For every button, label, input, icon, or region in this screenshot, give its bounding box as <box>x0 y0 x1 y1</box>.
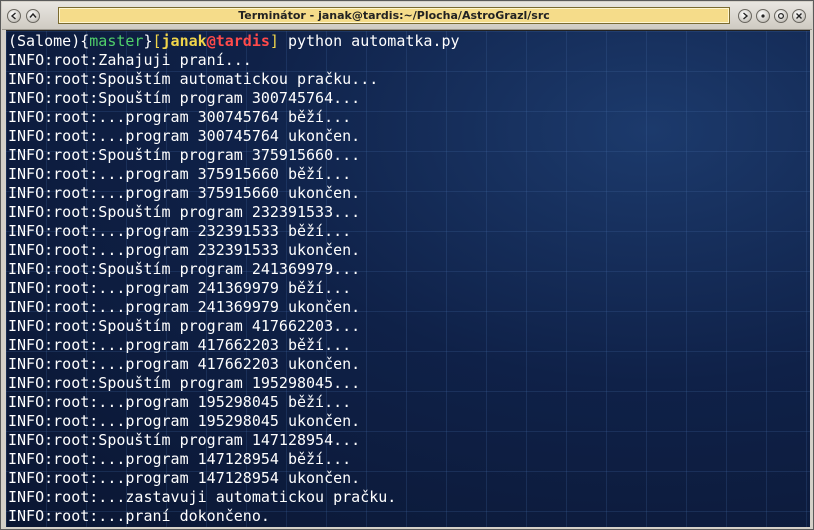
output-line: INFO:root:...program 300745764 ukončen. <box>8 127 361 145</box>
prompt-at: @ <box>206 32 216 50</box>
terminal-output: (Salome){master}[janak@tardis] python au… <box>8 32 460 526</box>
maximize-icon[interactable] <box>774 9 788 23</box>
output-line: INFO:root:Zahajuji praní... <box>8 51 252 69</box>
minimize-icon[interactable] <box>756 9 770 23</box>
output-line: INFO:root:...program 147128954 běží... <box>8 450 352 468</box>
stick-icon[interactable] <box>738 9 752 23</box>
title-bar[interactable]: Terminátor - janak@tardis:~/Plocha/Astro… <box>2 2 812 30</box>
output-line: INFO:root:...program 147128954 ukončen. <box>8 469 361 487</box>
prompt-line: (Salome){master}[janak@tardis] python au… <box>8 32 460 51</box>
close-icon[interactable] <box>792 9 806 23</box>
output-line: INFO:root:...program 241369979 běží... <box>8 279 352 297</box>
output-line: INFO:root:...praní dokončeno. <box>8 507 270 525</box>
prompt-host: tardis <box>215 32 270 50</box>
prompt-user: janak <box>161 32 207 50</box>
output-line: INFO:root:...program 375915660 běží... <box>8 165 352 183</box>
output-line: INFO:root:...program 417662203 ukončen. <box>8 355 361 373</box>
output-line: INFO:root:...program 232391533 běží... <box>8 222 352 240</box>
prompt-bracket-close: ] <box>269 32 279 50</box>
output-line: INFO:root:...program 417662203 běží... <box>8 336 352 354</box>
output-line: INFO:root:...program 195298045 běží... <box>8 393 352 411</box>
output-line: INFO:root:Spouštím automatickou pračku..… <box>8 70 379 88</box>
window-title-box: Terminátor - janak@tardis:~/Plocha/Astro… <box>58 7 730 24</box>
shade-icon[interactable] <box>26 9 40 23</box>
output-line: INFO:root:Spouštím program 375915660... <box>8 146 361 164</box>
output-line: INFO:root:...program 195298045 ukončen. <box>8 412 361 430</box>
prompt-branch: master <box>89 32 144 50</box>
prompt-branch-open: { <box>80 32 90 50</box>
prompt-command: python automatka.py <box>278 32 460 50</box>
menu-icon[interactable] <box>7 9 21 23</box>
window-title: Terminátor - janak@tardis:~/Plocha/Astro… <box>238 9 550 22</box>
terminal-window: Terminátor - janak@tardis:~/Plocha/Astro… <box>0 0 814 530</box>
output-line: INFO:root:...program 232391533 ukončen. <box>8 241 361 259</box>
output-line: INFO:root:Spouštím program 417662203... <box>8 317 361 335</box>
prompt-bracket-open: [ <box>152 32 162 50</box>
prompt-venv: (Salome) <box>8 32 81 50</box>
output-line: INFO:root:...zastavuji automatickou prač… <box>8 488 397 506</box>
output-line: INFO:root:Spouštím program 195298045... <box>8 374 361 392</box>
terminal-area[interactable]: (Salome){master}[janak@tardis] python au… <box>6 30 810 527</box>
output-line: INFO:root:Spouštím program 300745764... <box>8 89 361 107</box>
output-line: INFO:root:...program 300745764 běží... <box>8 108 352 126</box>
output-line: INFO:root:Spouštím program 147128954... <box>8 431 361 449</box>
output-line: INFO:root:Spouštím program 241369979... <box>8 260 361 278</box>
output-line: INFO:root:Spouštím program 232391533... <box>8 203 361 221</box>
output-line: INFO:root:...program 241369979 ukončen. <box>8 298 361 316</box>
output-line: INFO:root:...program 375915660 ukončen. <box>8 184 361 202</box>
prompt-branch-close: } <box>143 32 153 50</box>
